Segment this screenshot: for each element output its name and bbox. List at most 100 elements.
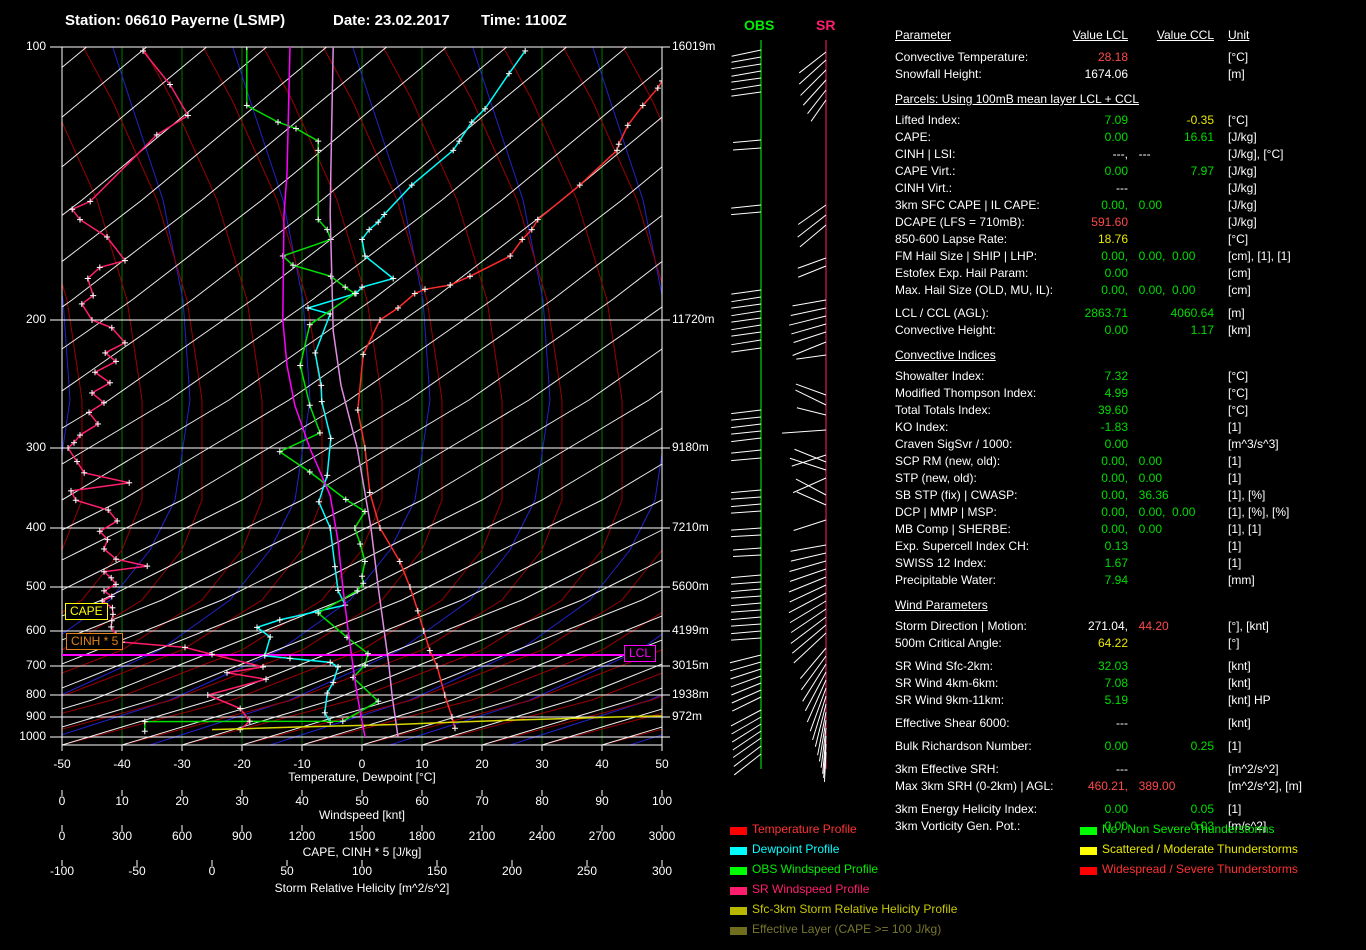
wind-barb xyxy=(798,266,826,277)
height-tick-label: 16019m xyxy=(672,40,715,53)
wind-barb xyxy=(731,311,761,316)
dry-adiabat-line xyxy=(482,47,922,745)
table-row: 3km Effective SRH:---[m^2/s^2] xyxy=(893,763,1366,780)
param-unit: [m^2/s^2] xyxy=(1228,763,1279,776)
param-unit: [°C] xyxy=(1228,233,1248,246)
moist-adiabat-line xyxy=(0,47,70,745)
wind-barb xyxy=(799,60,826,84)
profile-legend-item-chip xyxy=(730,907,747,915)
dry-adiabat-line xyxy=(362,47,802,745)
table-row: LCL / CCL (AGL):2863.714060.64[m] xyxy=(893,307,1366,324)
profile-legend-item-chip xyxy=(730,887,747,895)
wind-barb xyxy=(731,450,761,453)
param-value-ccl: -0.35 xyxy=(1130,114,1214,127)
table-row: CINH | LSI:---, ---[J/kg], [°C] xyxy=(893,148,1366,165)
parcel-trace-lcl xyxy=(283,47,365,737)
profile-legend-item-label: SR Windspeed Profile xyxy=(752,883,869,896)
profiles-layer xyxy=(62,44,665,737)
param-value-extra: 0.00 xyxy=(1132,523,1162,536)
srh-axis-tick-label: 300 xyxy=(637,865,687,878)
wind-barb xyxy=(731,71,761,76)
param-value-lcl: ---, xyxy=(950,148,1128,161)
wind-barb xyxy=(782,430,826,433)
obs-windspeed-profile xyxy=(145,47,378,731)
srh-axis-tick-label: 0 xyxy=(187,865,237,878)
table-row: Storm Direction | Motion:271.04, 44.20[°… xyxy=(893,620,1366,637)
section-title: Convective Indices xyxy=(895,349,996,362)
station-title: Station: 06610 Payerne (LSMP) xyxy=(65,14,285,27)
wind-barb xyxy=(793,300,826,306)
table-row: 3km SFC CAPE | IL CAPE:0.00, 0.00[J/kg] xyxy=(893,199,1366,216)
wind-barb xyxy=(731,638,761,640)
isotherm-line xyxy=(0,47,987,745)
wind-barb xyxy=(731,340,761,345)
param-unit: [m] xyxy=(1228,68,1245,81)
wind-barb xyxy=(731,424,761,428)
srh-axis-tick-label: 250 xyxy=(562,865,612,878)
param-value-ccl: 0.05 xyxy=(1130,803,1214,816)
wind-barb xyxy=(732,717,761,734)
param-value-lcl: -1.83 xyxy=(950,421,1128,434)
param-value-lcl: --- xyxy=(950,717,1128,730)
wind-barb xyxy=(731,325,761,330)
param-value-extra: 0.00, 0.00 xyxy=(1132,250,1195,263)
param-unit: [1] xyxy=(1228,557,1241,570)
wind-barb xyxy=(731,504,761,507)
wind-barb xyxy=(811,100,826,121)
param-value-lcl: 0.00 xyxy=(950,131,1128,144)
param-value-lcl: 0.00 xyxy=(950,803,1128,816)
wind-barb xyxy=(732,690,761,703)
param-value-lcl: 0.00, xyxy=(950,284,1128,297)
param-value-extra: 0.00 xyxy=(1132,455,1162,468)
param-value-lcl: 591.60 xyxy=(950,216,1128,229)
wind-barb xyxy=(800,225,826,247)
col-header-parameter: Parameter xyxy=(895,29,951,42)
dry-adiabat-line xyxy=(62,47,502,745)
sr-column-header: SR xyxy=(816,19,835,32)
table-row: Showalter Index:7.32[°C] xyxy=(893,370,1366,387)
param-unit: [km] xyxy=(1228,324,1251,337)
param-unit: [J/kg] xyxy=(1228,182,1257,195)
table-row: SB STP (fix) | CWASP:0.00, 36.36[1], [%] xyxy=(893,489,1366,506)
table-row: Convective Height:0.001.17[km] xyxy=(893,324,1366,341)
isotherm-line xyxy=(0,47,867,745)
param-unit: [m^3/s^3] xyxy=(1228,438,1279,451)
table-row: SR Wind 4km-6km:7.08[knt] xyxy=(893,677,1366,694)
wind-barb xyxy=(731,431,761,434)
table-row: CAPE:0.0016.61[J/kg] xyxy=(893,131,1366,148)
wind-barb xyxy=(731,410,761,414)
section-title: Wind Parameters xyxy=(895,599,988,612)
table-row: Max. Hail Size (OLD, MU, IL):0.00, 0.00,… xyxy=(893,284,1366,301)
param-unit: [°], [knt] xyxy=(1228,620,1269,633)
table-section-header: Parcels: Using 100mB mean layer LCL + CC… xyxy=(893,93,1366,110)
wind-barb xyxy=(793,342,826,355)
time-title: Time: 1100Z xyxy=(481,14,567,27)
profile-legend-item-label: Effective Layer (CAPE >= 100 J/kg) xyxy=(752,923,941,936)
wind-barb xyxy=(731,290,761,294)
wind-barb xyxy=(733,140,761,142)
height-tick-label: 11720m xyxy=(672,313,714,326)
wind-barb xyxy=(733,555,761,556)
wind-barb xyxy=(731,511,761,513)
wind-barb xyxy=(795,390,826,405)
param-value-lcl: 18.76 xyxy=(950,233,1128,246)
wind-barb xyxy=(730,662,761,671)
param-unit: [1] xyxy=(1228,740,1241,753)
table-row: Effective Shear 6000:---[knt] xyxy=(893,717,1366,734)
param-unit: [1], [%] xyxy=(1228,489,1265,502)
wind-barb xyxy=(734,754,761,775)
param-value-lcl: 0.00, xyxy=(950,523,1128,536)
table-row: SR Wind Sfc-2km:32.03[knt] xyxy=(893,660,1366,677)
moist-adiabat-line xyxy=(270,47,670,745)
param-value-lcl: 0.00, xyxy=(950,199,1128,212)
wind-barb xyxy=(731,458,761,461)
temp-axis-tick-label: -30 xyxy=(157,758,207,771)
param-value-lcl: 0.00 xyxy=(950,324,1128,337)
table-row: CINH Virt.:---[J/kg] xyxy=(893,182,1366,199)
wind-axis-tick-label: 30 xyxy=(217,795,267,808)
param-label: CAPE: xyxy=(895,131,931,144)
param-value-extra: 36.36 xyxy=(1132,489,1169,502)
col-header-value-ccl: Value CCL xyxy=(1130,29,1214,42)
table-row: Precipitable Water:7.94[mm] xyxy=(893,574,1366,591)
wind-barb xyxy=(731,92,761,96)
